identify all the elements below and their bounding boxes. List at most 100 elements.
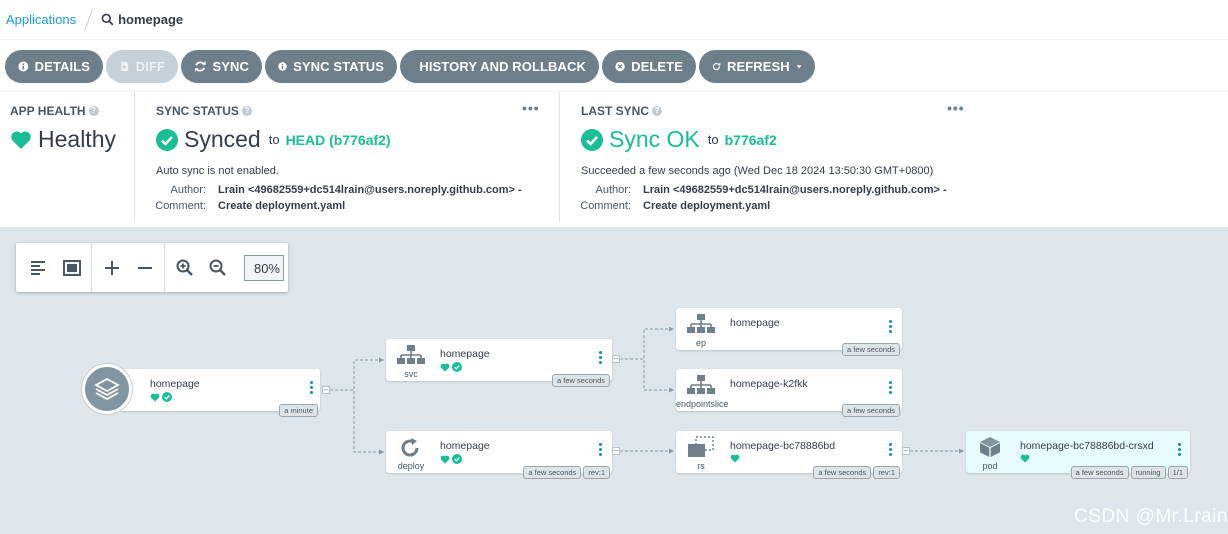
- refresh-button[interactable]: REFRESH: [699, 49, 815, 83]
- sync-label: SYNC: [212, 58, 249, 74]
- author-label: Author:: [170, 184, 206, 196]
- expand-icon[interactable]: [95, 251, 128, 284]
- node-tags: a few seconds: [552, 374, 610, 387]
- more-options-icon[interactable]: •••: [947, 100, 965, 116]
- help-icon[interactable]: ?: [241, 106, 252, 116]
- breadcrumb: Applications homepage: [0, 0, 1228, 40]
- heart-icon: [440, 455, 450, 464]
- node-menu-icon[interactable]: [599, 351, 603, 366]
- breadcrumb-current[interactable]: homepage: [101, 12, 183, 27]
- node-application[interactable]: homepage a minute: [120, 369, 320, 417]
- sync-status-main: Synced to HEAD (b776af2): [156, 126, 391, 153]
- age-badge: a few seconds: [842, 404, 900, 417]
- node-name: homepage: [440, 348, 490, 360]
- revision-badge: rev:1: [873, 466, 900, 479]
- status-panels: APP HEALTH ? Healthy SYNC STATUS ? ••• S…: [0, 91, 1228, 227]
- node-menu-icon[interactable]: [889, 443, 893, 458]
- breadcrumb-separator: [84, 8, 93, 31]
- help-icon[interactable]: ?: [88, 106, 99, 116]
- node-rs[interactable]: rs homepage-bc78886bd a few seconds rev:…: [676, 431, 902, 479]
- check-circle-icon: [452, 362, 462, 372]
- divider: [91, 243, 92, 292]
- delete-button[interactable]: DELETE: [602, 49, 696, 83]
- sync-status-button[interactable]: SYNC STATUS: [265, 49, 397, 83]
- last-sync-note: Succeeded a few seconds ago (Wed Dec 18 …: [581, 165, 934, 177]
- endpointslice-icon: [687, 375, 715, 394]
- node-deploy[interactable]: deploy homepage a few seconds rev:1: [386, 431, 612, 479]
- info-icon: [18, 61, 29, 71]
- node-menu-icon[interactable]: [889, 320, 893, 335]
- details-button[interactable]: DETAILS: [5, 49, 103, 83]
- node-pod[interactable]: pod homepage-bc78886bd-crsxd a few secon…: [966, 431, 1190, 479]
- zoom-level-input[interactable]: 80%: [244, 254, 284, 281]
- sync-author-row: Author: Lrain <49682559+dc514lrain@users…: [136, 184, 522, 196]
- check-circle-icon: [452, 454, 462, 464]
- node-svc[interactable]: svc homepage a few seconds: [386, 339, 612, 387]
- app-toolbar: DETAILS DIFF SYNC SYNC STATUS HISTORY AN…: [0, 41, 1228, 91]
- collapse-toggle[interactable]: –: [322, 386, 330, 394]
- node-status: [730, 454, 740, 463]
- node-endpointslice[interactable]: endpointslice homepage-k2fkk a few secon…: [676, 369, 902, 417]
- help-icon[interactable]: ?: [652, 106, 663, 116]
- age-badge: a few seconds: [1070, 466, 1129, 479]
- collapse-icon[interactable]: [128, 251, 161, 284]
- check-circle-icon: [581, 128, 603, 151]
- check-circle-icon: [156, 128, 178, 151]
- app-health-panel: APP HEALTH ? Healthy: [0, 92, 135, 222]
- resource-tree-canvas[interactable]: 80% homepage a minute – svc homepage a f…: [0, 227, 1228, 534]
- list-view-icon[interactable]: [22, 251, 55, 284]
- node-ep[interactable]: ep homepage a few seconds: [676, 308, 902, 356]
- node-name: homepage: [150, 378, 200, 390]
- fit-to-screen-icon[interactable]: [55, 251, 88, 284]
- heart-icon: [11, 130, 31, 149]
- node-menu-icon[interactable]: [599, 443, 603, 458]
- refresh-icon: [712, 62, 721, 70]
- file-diff-icon: [121, 61, 129, 71]
- app-health-value: Healthy: [38, 126, 116, 152]
- last-sync-title: LAST SYNC ?: [581, 104, 663, 118]
- sync-button[interactable]: SYNC: [181, 49, 262, 83]
- zoom-out-icon[interactable]: [201, 251, 234, 284]
- replicaset-icon: [688, 436, 714, 457]
- last-sync-comment-row: Comment: Create deployment.yaml: [561, 200, 770, 212]
- age-badge: a few seconds: [523, 466, 582, 479]
- app-health-status: Healthy: [10, 126, 116, 153]
- node-status: [440, 362, 462, 372]
- last-sync-author-row: Author: Lrain <49682559+dc514lrain@users…: [561, 184, 947, 196]
- author-value: Lrain <49682559+dc514lrain@users.noreply…: [643, 184, 947, 196]
- comment-label: Comment:: [580, 200, 631, 212]
- node-menu-icon[interactable]: [310, 381, 314, 396]
- node-name: homepage-k2fkk: [730, 378, 808, 390]
- last-sync-revision-link[interactable]: b776af2: [725, 132, 777, 148]
- collapse-toggle[interactable]: –: [612, 447, 620, 455]
- sync-revision-link[interactable]: HEAD (b776af2): [286, 132, 391, 148]
- delete-label: DELETE: [631, 58, 683, 74]
- history-rollback-button[interactable]: HISTORY AND ROLLBACK: [400, 49, 599, 83]
- node-kind: pod: [982, 461, 998, 471]
- more-options-icon[interactable]: •••: [522, 100, 540, 116]
- sync-comment-row: Comment: Create deployment.yaml: [136, 200, 345, 212]
- breadcrumb-applications-link[interactable]: Applications: [6, 12, 76, 27]
- collapse-toggle[interactable]: –: [612, 355, 620, 363]
- sync-status-label: SYNC STATUS: [293, 58, 384, 74]
- collapse-toggle[interactable]: –: [902, 447, 910, 455]
- node-tags: a few seconds: [842, 404, 900, 417]
- heart-icon: [150, 393, 160, 402]
- node-name: homepage-bc78886bd-crsxd: [1020, 440, 1154, 452]
- node-kind: rs: [697, 461, 705, 471]
- node-menu-icon[interactable]: [889, 381, 893, 396]
- comment-value: Create deployment.yaml: [643, 200, 771, 212]
- last-sync-panel: LAST SYNC ? ••• Sync OK to b776af2 Succe…: [561, 92, 981, 222]
- comment-label: Comment:: [155, 200, 206, 212]
- node-menu-icon[interactable]: [1178, 443, 1182, 458]
- application-icon[interactable]: [82, 364, 132, 414]
- service-icon: [397, 345, 425, 364]
- graph-toolbar: 80%: [16, 243, 288, 292]
- zoom-in-icon[interactable]: [168, 251, 201, 284]
- author-label: Author:: [595, 184, 631, 196]
- node-kind: ep: [695, 338, 706, 348]
- diff-button[interactable]: DIFF: [106, 49, 178, 83]
- node-name: homepage: [730, 317, 780, 329]
- node-tags: a few seconds running 1/1: [1070, 466, 1188, 479]
- node-kind: deploy: [397, 461, 425, 471]
